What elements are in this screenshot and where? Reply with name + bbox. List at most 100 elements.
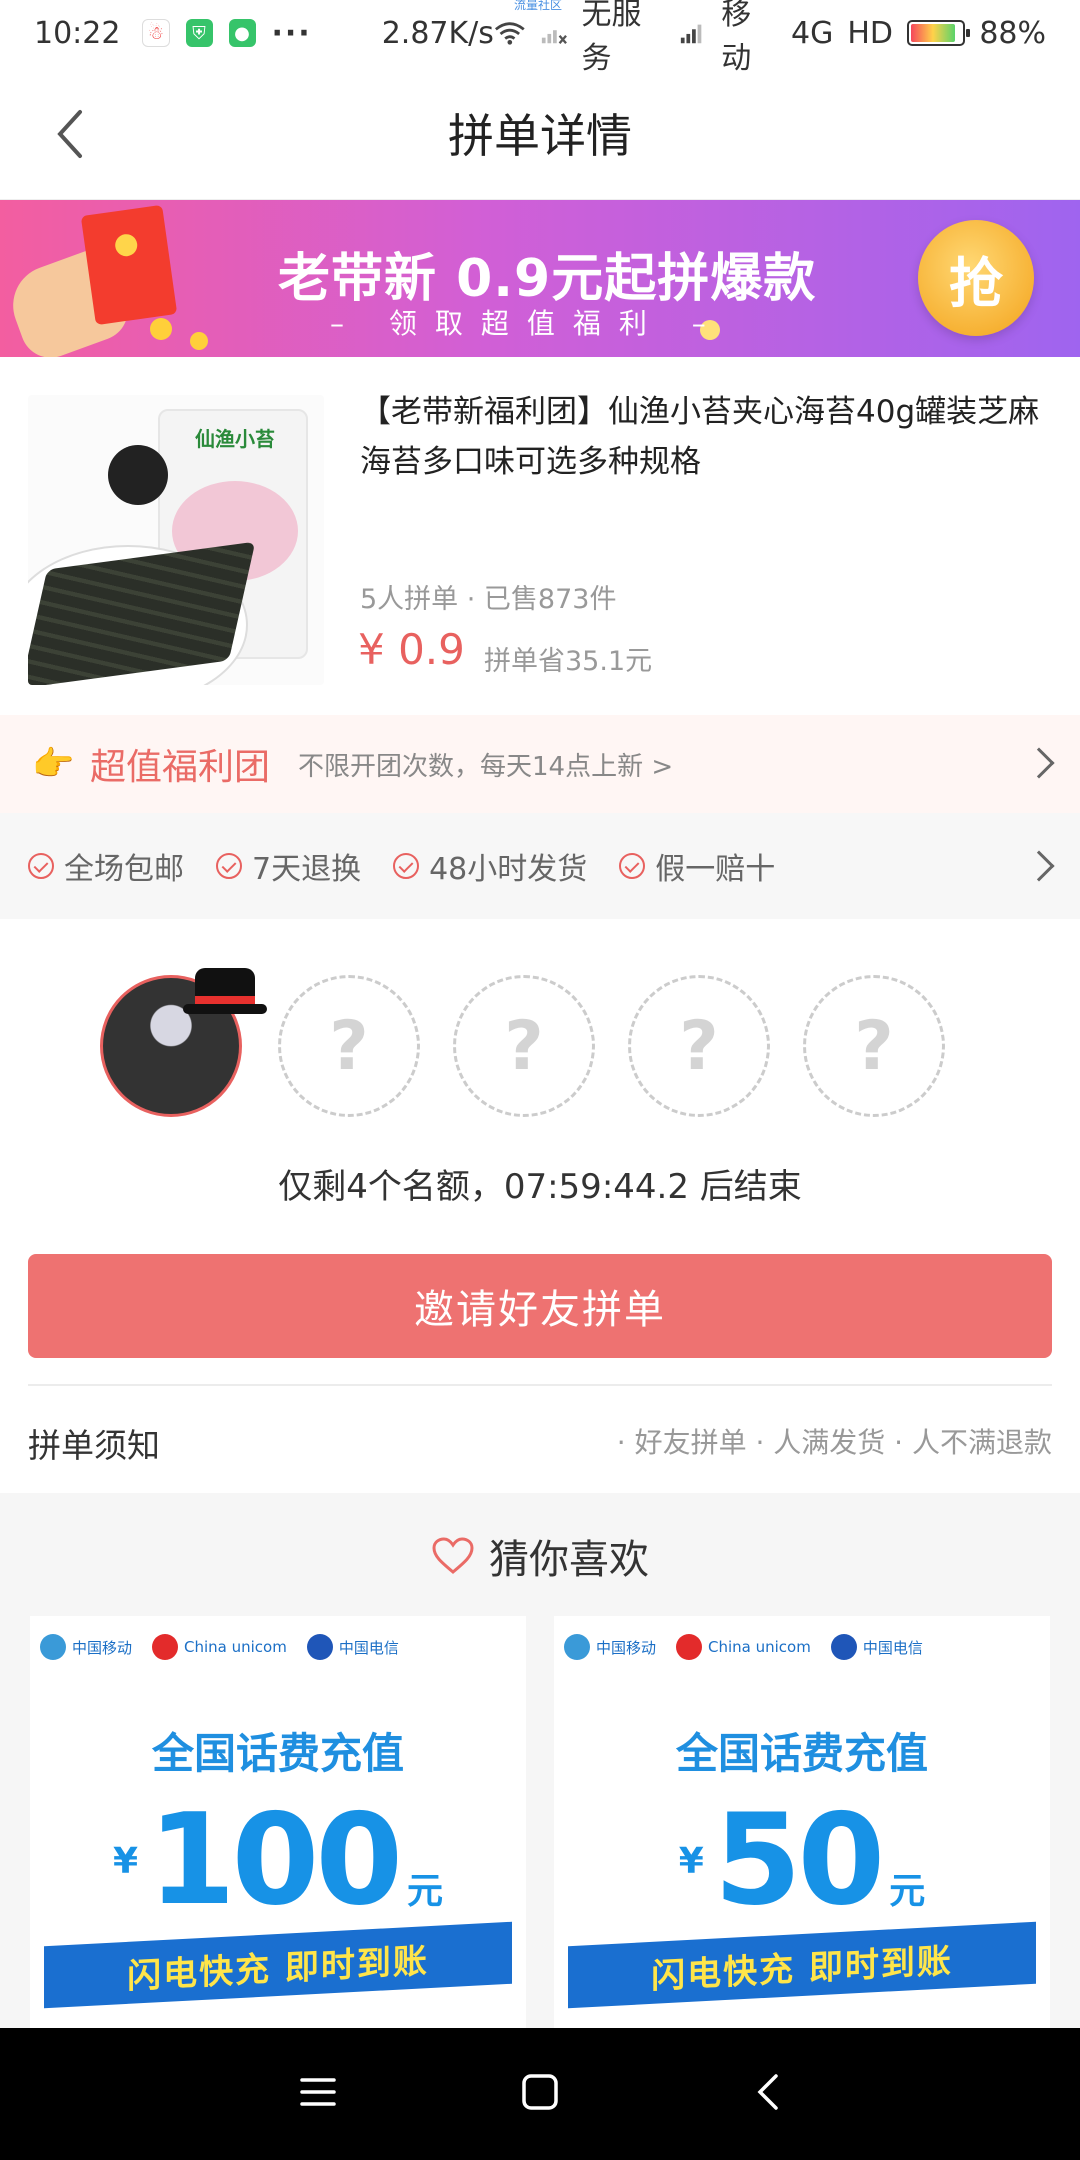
check-circle-icon bbox=[393, 853, 420, 879]
carrier-logo: 中国电信 bbox=[306, 1634, 399, 1660]
wifi-icon bbox=[494, 22, 525, 45]
china-unicom-icon bbox=[676, 1634, 703, 1660]
battery-icon bbox=[907, 20, 971, 46]
guarantee-label: 48小时发货 bbox=[429, 852, 588, 887]
banner-title: 老带新 0.9元起拼爆款 bbox=[278, 249, 817, 309]
battery-fill bbox=[911, 24, 956, 42]
guarantee-item: 48小时发货 bbox=[393, 844, 587, 888]
guarantees-bar[interactable]: 全场包邮 7天退换 48小时发货 假一赔十 bbox=[0, 813, 1080, 919]
empty-slot: ? bbox=[453, 975, 595, 1117]
pointing-hand-icon: 👉 bbox=[32, 744, 75, 784]
avatar[interactable] bbox=[100, 968, 267, 1117]
card-unit: 元 bbox=[407, 1871, 444, 1912]
hd-label: HD bbox=[847, 15, 894, 51]
recommend-section: 猜你喜欢 中国移动 China unicom 中国电信 全国话费充值 ¥100 元… bbox=[0, 1493, 1080, 2028]
china-mobile-icon bbox=[564, 1634, 590, 1660]
network-speed: 2.87K/s bbox=[381, 15, 494, 51]
menu-icon[interactable] bbox=[296, 2070, 340, 2114]
card-amount: ¥100 元 bbox=[30, 1786, 526, 1933]
notice-items[interactable]: · 好友拼单 · 人满发货 · 人不满退款 bbox=[617, 1421, 1052, 1461]
empty-slot: ? bbox=[803, 975, 945, 1117]
card-ribbon: 闪电快充 即时到账 bbox=[568, 1921, 1036, 2009]
invite-friends-button[interactable]: 邀请好友拼单 bbox=[28, 1254, 1052, 1358]
cartoon-character-graphic bbox=[108, 445, 168, 505]
notice-title[interactable]: 拼单须知 bbox=[28, 1419, 160, 1467]
product-title: 【老带新福利团】仙渔小苔夹心海苔40g罐装芝麻海苔多口味可选多种规格 bbox=[360, 394, 1040, 480]
card-yen: ¥ bbox=[112, 1841, 139, 1882]
guarantee-item: 全场包邮 bbox=[28, 844, 184, 888]
card-headline: 全国话费充值 bbox=[675, 1729, 928, 1778]
status-bar: 10:22 ☃ ⛨ ● ··· 流量社区 2.87K/s 无服务 移动 4G H… bbox=[0, 0, 1080, 76]
card-headline: 全国话费充值 bbox=[151, 1729, 404, 1778]
welfare-desc: 不限开团次数，每天14点上新 > bbox=[298, 751, 674, 782]
product-card[interactable]: 仙渔小苔 【老带新福利团】仙渔小苔夹心海苔40g罐装芝麻海苔多口味可选多种规格 … bbox=[0, 357, 1080, 715]
title-bar: 拼单详情 bbox=[0, 66, 1080, 200]
guarantee-label: 假一赔十 bbox=[655, 852, 776, 887]
welfare-group-bar[interactable]: 👉 超值福利团 不限开团次数，每天14点上新 > bbox=[0, 715, 1080, 813]
card-unit: 元 bbox=[889, 1871, 926, 1912]
card-amount-value: 100 bbox=[148, 1786, 403, 1933]
countdown-text: 仅剩4个名额，07:59:44.2 后结束 bbox=[278, 1167, 802, 1207]
carrier-logo: 中国电信 bbox=[830, 1634, 923, 1660]
product-meta: 5人拼单 · 已售873件 bbox=[360, 584, 617, 615]
product-image: 仙渔小苔 bbox=[28, 395, 324, 685]
banner-subtitle: – 领取超值福利 – bbox=[330, 307, 724, 340]
carrier-logo: China unicom bbox=[676, 1634, 811, 1660]
recommend-card[interactable]: 中国移动 China unicom 中国电信 全国话费充值 ¥100 元 闪电快充… bbox=[30, 1616, 526, 2028]
battery-percent: 88% bbox=[979, 15, 1046, 51]
status-super-label: 流量社区 bbox=[514, 0, 563, 12]
divider bbox=[28, 1384, 1052, 1386]
chevron-right-icon bbox=[1023, 850, 1055, 882]
carrier-name: China unicom bbox=[708, 1638, 811, 1656]
status-time: 10:22 bbox=[34, 15, 121, 51]
red-envelope-icon bbox=[80, 204, 178, 326]
china-unicom-icon bbox=[152, 1634, 179, 1660]
check-circle-icon bbox=[216, 853, 242, 879]
carrier-name: 中国电信 bbox=[338, 1638, 399, 1657]
system-nav-bar bbox=[0, 2028, 1080, 2160]
recommend-title: 猜你喜欢 bbox=[489, 1537, 649, 1583]
more-notifications-icon: ··· bbox=[271, 15, 312, 51]
check-circle-icon bbox=[28, 853, 54, 879]
recommend-card[interactable]: 中国移动 China unicom 中国电信 全国话费充值 ¥50 元 闪电快充 … bbox=[554, 1616, 1050, 2028]
grab-button[interactable]: 抢 bbox=[918, 220, 1034, 336]
carrier-logos: 中国移动 China unicom 中国电信 bbox=[40, 1634, 399, 1660]
network-type: 4G bbox=[791, 15, 834, 51]
back-arrow-icon[interactable] bbox=[46, 104, 96, 164]
check-circle-icon bbox=[619, 853, 646, 879]
guarantee-label: 全场包邮 bbox=[64, 852, 184, 887]
coin-icon bbox=[150, 318, 172, 340]
carrier-name: 中国电信 bbox=[862, 1638, 923, 1657]
back-icon[interactable] bbox=[746, 2070, 790, 2114]
carrier-logo: 中国移动 bbox=[564, 1634, 656, 1660]
china-telecom-icon bbox=[830, 1634, 857, 1660]
card-amount: ¥50 元 bbox=[554, 1786, 1050, 1933]
carrier-logo: 中国移动 bbox=[40, 1634, 132, 1660]
card-amount-value: 50 bbox=[713, 1786, 885, 1933]
home-icon[interactable] bbox=[518, 2070, 562, 2114]
page-title: 拼单详情 bbox=[448, 108, 632, 163]
shield-icon: ⛨ bbox=[185, 19, 213, 47]
guarantee-item: 7天退换 bbox=[216, 844, 361, 888]
signal-icon bbox=[681, 24, 702, 44]
card-ribbon: 闪电快充 即时到账 bbox=[44, 1921, 512, 2009]
guarantee-label: 7天退换 bbox=[252, 852, 362, 887]
coin-icon bbox=[190, 332, 208, 350]
heart-icon bbox=[432, 1537, 474, 1574]
hat-graphic bbox=[183, 968, 267, 1014]
carrier-name: 中国移动 bbox=[72, 1638, 133, 1657]
empty-slot: ? bbox=[278, 975, 420, 1117]
wechat-icon: ● bbox=[228, 19, 256, 47]
guarantee-item: 假一赔十 bbox=[619, 844, 775, 888]
promo-banner[interactable]: 老带新 0.9元起拼爆款 – 领取超值福利 – 抢 bbox=[0, 200, 1080, 357]
no-signal-icon bbox=[541, 30, 567, 45]
carrier-name: China unicom bbox=[184, 1638, 287, 1656]
china-mobile-icon bbox=[40, 1634, 66, 1660]
notification-icon: ☃ bbox=[142, 19, 170, 47]
recommend-header: 猜你喜欢 bbox=[0, 1527, 1080, 1585]
product-saving: 拼单省35.1元 bbox=[484, 646, 653, 677]
china-telecom-icon bbox=[306, 1634, 333, 1660]
group-section: ? ? ? ? 仅剩4个名额，07:59:44.2 后结束 邀请好友拼单 拼单须… bbox=[0, 919, 1080, 1493]
welfare-name: 超值福利团 bbox=[90, 747, 271, 788]
chevron-right-icon bbox=[1023, 747, 1055, 779]
